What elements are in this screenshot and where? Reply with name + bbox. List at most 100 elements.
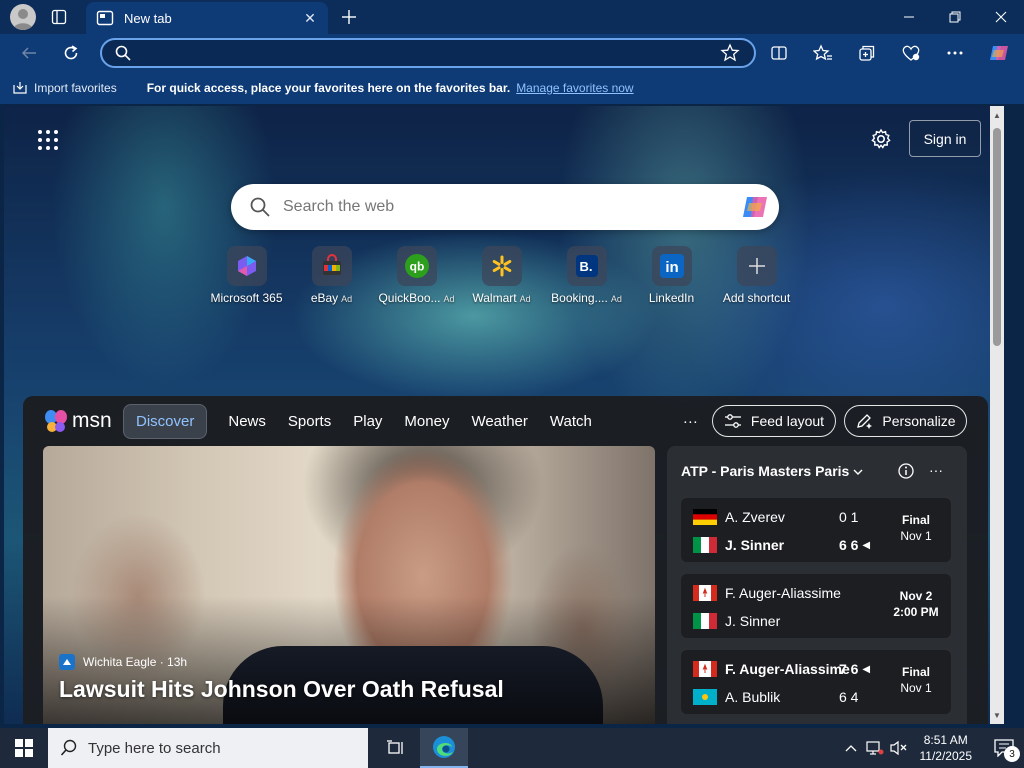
ad-badge: Ad: [443, 294, 455, 304]
match-card[interactable]: F. Auger-Aliassime J. Sinner Nov 2 2:00 P…: [681, 574, 951, 638]
add-shortcut-button[interactable]: Add shortcut: [714, 246, 799, 305]
collections-icon[interactable]: [852, 38, 882, 68]
shortcut-label: Booking....: [551, 291, 608, 305]
linkedin-icon: in: [659, 254, 684, 278]
tab-discover[interactable]: Discover: [123, 403, 208, 439]
page-scrollbar[interactable]: ▲ ▼: [990, 106, 1004, 724]
scroll-down-arrow-icon[interactable]: ▼: [990, 708, 1004, 722]
address-bar[interactable]: [100, 38, 756, 68]
shortcut-label: QuickBoo...: [378, 291, 441, 305]
shortcut-microsoft-365[interactable]: Microsoft 365: [204, 246, 289, 305]
info-icon[interactable]: [897, 462, 915, 480]
task-view-button[interactable]: [372, 728, 420, 768]
shortcut-label: eBay: [310, 291, 339, 305]
tab-watch[interactable]: Watch: [539, 405, 603, 438]
search-icon: [60, 739, 77, 756]
story-headline[interactable]: Lawsuit Hits Johnson Over Oath Refusal: [59, 676, 504, 703]
system-clock[interactable]: 8:51 AM 11/2/2025: [920, 732, 973, 764]
web-search-input[interactable]: [283, 198, 739, 216]
favorites-bar-message: For quick access, place your favorites h…: [146, 81, 511, 95]
newtab-page-icon: [96, 10, 114, 26]
shortcut-booking[interactable]: B. Booking.... Ad: [544, 246, 629, 305]
browser-essentials-icon[interactable]: [896, 38, 926, 68]
network-icon[interactable]: [864, 737, 886, 759]
tab-play[interactable]: Play: [342, 405, 393, 438]
windows-taskbar: 8:51 AM 11/2/2025 3: [0, 728, 1024, 768]
scroll-up-arrow-icon[interactable]: ▲: [990, 108, 1004, 122]
app-launcher-grid-icon[interactable]: [36, 128, 60, 152]
match-status: Final Nov 1: [900, 513, 932, 543]
tournament-title[interactable]: ATP - Paris Masters Paris: [681, 462, 871, 480]
task-view-icon: [387, 740, 403, 754]
personalize-button[interactable]: Personalize: [844, 405, 967, 437]
manage-favorites-link[interactable]: Manage favorites now: [516, 81, 633, 95]
split-screen-icon[interactable]: [764, 38, 794, 68]
copilot-icon[interactable]: [984, 38, 1014, 68]
widget-more-icon[interactable]: ···: [929, 462, 943, 478]
action-center-button[interactable]: 3: [984, 728, 1024, 768]
start-button[interactable]: [0, 728, 48, 768]
favorites-icon[interactable]: [808, 38, 838, 68]
player-score: 6 6: [839, 537, 859, 553]
taskbar-search-box[interactable]: [48, 728, 368, 768]
scrollbar-thumb[interactable]: [993, 128, 1001, 346]
msn-wordmark: msn: [72, 409, 112, 432]
copilot-search-icon[interactable]: [739, 191, 771, 223]
feed-layout-button[interactable]: Feed layout: [712, 405, 836, 437]
shortcut-walmart[interactable]: Walmart Ad: [459, 246, 544, 305]
close-window-button[interactable]: [978, 0, 1024, 34]
player-name: J. Sinner: [725, 537, 785, 553]
new-tab-page: Sign in Microsoft 365 eBayAd qb QuickBoo…: [4, 106, 1004, 724]
address-input[interactable]: [140, 45, 720, 61]
winner-caret-icon: ◀: [862, 539, 871, 551]
tab-title: New tab: [124, 10, 172, 26]
shortcut-ebay[interactable]: eBay Ad: [289, 246, 374, 305]
match-card[interactable]: A. Zverev 0 1 J. Sinner 6 6 ◀ Final Nov 1: [681, 498, 951, 562]
import-favorites-button[interactable]: Import favorites: [12, 81, 117, 95]
player-score: 6 4: [839, 689, 859, 705]
shortcut-label: Add shortcut: [722, 291, 791, 305]
restore-button[interactable]: [932, 0, 978, 34]
tab-news[interactable]: News: [217, 405, 277, 438]
sliders-icon: [724, 414, 741, 428]
more-options-icon[interactable]: [940, 38, 970, 68]
tab-weather[interactable]: Weather: [460, 405, 538, 438]
player-name: A. Zverev: [725, 509, 785, 525]
refresh-icon[interactable]: [56, 38, 86, 68]
back-arrow-icon[interactable]: [14, 38, 44, 68]
booking-icon: B.: [575, 255, 598, 277]
tab-sports[interactable]: Sports: [277, 405, 342, 438]
edge-taskbar-button[interactable]: [420, 728, 468, 768]
personalize-label: Personalize: [882, 413, 956, 429]
add-favorite-star-icon[interactable]: [720, 43, 740, 63]
taskbar-search-input[interactable]: [88, 739, 328, 757]
sports-scores-widget: ATP - Paris Masters Paris ··· A. Zverev …: [667, 446, 967, 724]
tab-close-icon[interactable]: ✕: [300, 8, 320, 28]
plus-icon: [748, 258, 765, 274]
chevron-down-icon: [853, 469, 863, 475]
new-tab-plus-icon[interactable]: [338, 6, 360, 28]
tab-money[interactable]: Money: [393, 405, 460, 438]
sign-in-button[interactable]: Sign in: [909, 120, 981, 157]
tab-new-tab[interactable]: New tab ✕: [86, 2, 328, 34]
kazakhstan-flag-icon: [693, 689, 717, 705]
system-tray: 8:51 AM 11/2/2025 3: [840, 728, 1024, 768]
minimize-button[interactable]: [886, 0, 932, 34]
volume-muted-icon[interactable]: [888, 737, 910, 759]
profile-avatar[interactable]: [10, 4, 36, 30]
show-hidden-icons-chevron-icon[interactable]: [840, 737, 862, 759]
ad-badge: Ad: [341, 294, 353, 304]
shortcut-linkedin[interactable]: in LinkedIn: [629, 246, 714, 305]
favorites-bar: Import favorites For quick access, place…: [0, 72, 1024, 104]
top-sites-shortcuts: Microsoft 365 eBay Ad qb QuickBoo... Ad Wa…: [204, 246, 804, 305]
tab-actions-icon[interactable]: [48, 6, 70, 28]
story-source-text: Wichita Eagle · 13h: [83, 655, 188, 669]
shortcut-quickbooks[interactable]: qb QuickBoo... Ad: [374, 246, 459, 305]
more-tabs-button[interactable]: ···: [683, 413, 698, 430]
hero-story-card[interactable]: Wichita Eagle · 13h Lawsuit Hits Johnson…: [43, 446, 655, 724]
match-card[interactable]: F. Auger-Aliassime 7 6 ◀ A. Bublik 6 4 F…: [681, 650, 951, 714]
web-search-box[interactable]: [231, 184, 779, 230]
page-settings-gear-icon[interactable]: [870, 128, 892, 150]
msn-logo[interactable]: msn: [43, 406, 112, 436]
shortcut-label: Walmart: [472, 291, 517, 305]
